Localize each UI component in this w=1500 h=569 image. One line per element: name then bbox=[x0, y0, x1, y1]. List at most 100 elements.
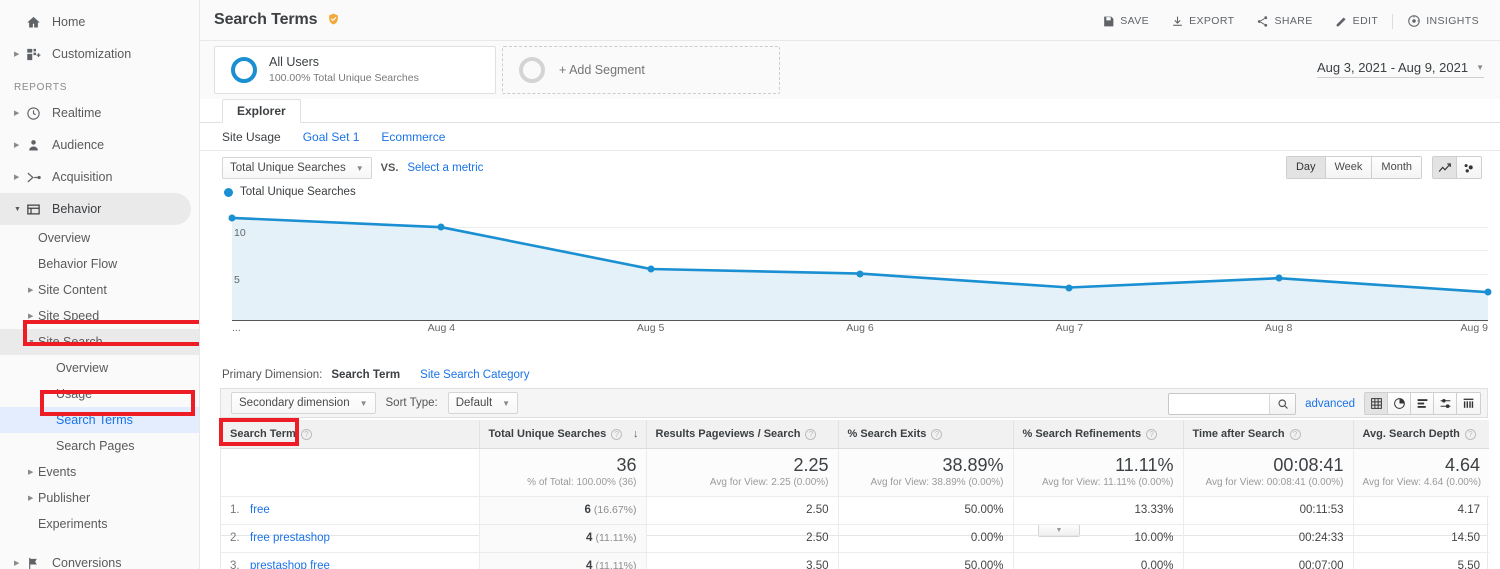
help-icon[interactable]: ? bbox=[805, 429, 816, 440]
search-term-link[interactable]: prestashop free bbox=[250, 560, 330, 569]
column-header-avg-search-depth[interactable]: Avg. Search Depth? bbox=[1353, 420, 1489, 448]
chevron-right-icon[interactable]: ▶ bbox=[14, 142, 26, 149]
export-button[interactable]: EXPORT bbox=[1160, 12, 1245, 30]
tab-site-usage[interactable]: Site Usage bbox=[222, 130, 281, 144]
comparison-view-icon[interactable] bbox=[1434, 393, 1457, 414]
left-sidebar: Home ▶ Customization REPORTS ▶ Realtime … bbox=[0, 0, 200, 569]
sidebar-item-audience[interactable]: ▶ Audience bbox=[0, 129, 199, 161]
summary-value: 38.89% bbox=[848, 456, 1004, 476]
search-term-link[interactable]: free prestashop bbox=[250, 532, 330, 544]
chevron-right-icon[interactable]: ▶ bbox=[28, 312, 38, 320]
sidebar-item-publisher[interactable]: ▶ Publisher bbox=[0, 485, 199, 511]
sidebar-item-events[interactable]: ▶ Events bbox=[0, 459, 199, 485]
summary-cell bbox=[221, 448, 479, 496]
motion-chart-icon[interactable] bbox=[1457, 157, 1481, 178]
chart-data-point[interactable] bbox=[1275, 275, 1282, 282]
sidebar-item-behavior-flow[interactable]: Behavior Flow bbox=[0, 251, 199, 277]
search-icon[interactable] bbox=[1269, 394, 1295, 414]
column-header-search-refinements[interactable]: % Search Refinements? bbox=[1013, 420, 1183, 448]
chevron-down-icon[interactable]: ▼ bbox=[14, 206, 26, 213]
segment-ring-placeholder-icon bbox=[519, 57, 545, 83]
search-term-link[interactable]: free bbox=[250, 504, 270, 516]
table-search[interactable] bbox=[1168, 393, 1296, 415]
sidebar-item-search-terms[interactable]: Search Terms bbox=[0, 407, 199, 433]
add-segment-button[interactable]: + Add Segment bbox=[502, 46, 780, 94]
column-header-time-after-search[interactable]: Time after Search? bbox=[1183, 420, 1353, 448]
granularity-week[interactable]: Week bbox=[1326, 157, 1373, 178]
line-chart-icon[interactable] bbox=[1433, 157, 1457, 178]
chevron-right-icon[interactable]: ▶ bbox=[14, 51, 26, 58]
chart-data-point[interactable] bbox=[857, 270, 864, 277]
sort-type-select[interactable]: Default ▼ bbox=[448, 392, 518, 414]
help-icon[interactable]: ? bbox=[931, 429, 942, 440]
sidebar-item-usage[interactable]: Usage bbox=[0, 381, 199, 407]
sidebar-item-realtime[interactable]: ▶ Realtime bbox=[0, 97, 199, 129]
share-button[interactable]: SHARE bbox=[1245, 12, 1323, 30]
chevron-right-icon[interactable]: ▶ bbox=[14, 560, 26, 567]
summary-subvalue: % of Total: 100.00% (36) bbox=[489, 477, 637, 488]
search-input[interactable] bbox=[1169, 394, 1269, 414]
primary-dimension-current: Search Term bbox=[331, 369, 400, 381]
metric-select[interactable]: Total Unique Searches ▼ bbox=[222, 157, 372, 179]
granularity-month[interactable]: Month bbox=[1372, 157, 1421, 178]
help-icon[interactable]: ? bbox=[1290, 429, 1301, 440]
sidebar-item-home[interactable]: Home bbox=[0, 6, 199, 38]
segment-all-users[interactable]: All Users 100.00% Total Unique Searches bbox=[214, 46, 496, 94]
sidebar-item-behavior[interactable]: ▼ Behavior bbox=[0, 193, 191, 225]
table-row[interactable]: 1.free6(16.67%)2.5050.00%13.33%00:11:534… bbox=[221, 496, 1489, 524]
chart-data-point[interactable] bbox=[438, 224, 445, 231]
add-segment-label: + Add Segment bbox=[559, 63, 645, 77]
column-header-search-exits[interactable]: % Search Exits? bbox=[838, 420, 1013, 448]
edit-button[interactable]: EDIT bbox=[1324, 12, 1390, 30]
sidebar-item-customization[interactable]: ▶ Customization bbox=[0, 38, 199, 70]
summary-cell: 38.89%Avg for View: 38.89% (0.00%) bbox=[838, 448, 1013, 496]
chart-data-point[interactable] bbox=[1485, 289, 1492, 296]
chevron-down-icon[interactable]: ▼ bbox=[28, 339, 38, 346]
tab-goal-set-1[interactable]: Goal Set 1 bbox=[303, 130, 360, 144]
sidebar-item-site-content[interactable]: ▶ Site Content bbox=[0, 277, 199, 303]
chevron-right-icon[interactable]: ▶ bbox=[14, 110, 26, 117]
chevron-right-icon[interactable]: ▶ bbox=[14, 174, 26, 181]
report-actions: SAVE EXPORT SHARE EDIT INSIGHTS bbox=[1091, 12, 1490, 30]
table-view-icon[interactable] bbox=[1365, 393, 1388, 414]
tab-explorer[interactable]: Explorer bbox=[222, 99, 301, 123]
chart-data-point[interactable] bbox=[647, 265, 654, 272]
column-header-search-term[interactable]: Search Term? bbox=[221, 420, 479, 448]
sidebar-item-site-search-overview[interactable]: Overview bbox=[0, 355, 199, 381]
column-header-total-unique-searches[interactable]: Total Unique Searches?↓ bbox=[479, 420, 646, 448]
sidebar-item-site-search[interactable]: ▼ Site Search bbox=[0, 329, 199, 355]
granularity-day[interactable]: Day bbox=[1287, 157, 1326, 178]
sidebar-item-conversions[interactable]: ▶ Conversions bbox=[0, 547, 199, 569]
pivot-view-icon[interactable] bbox=[1457, 393, 1480, 414]
advanced-link[interactable]: advanced bbox=[1305, 398, 1355, 410]
primary-dimension-alternate[interactable]: Site Search Category bbox=[420, 369, 529, 381]
save-label: SAVE bbox=[1120, 15, 1149, 27]
tab-ecommerce[interactable]: Ecommerce bbox=[381, 130, 445, 144]
chevron-right-icon[interactable]: ▶ bbox=[28, 286, 38, 294]
save-button[interactable]: SAVE bbox=[1091, 12, 1160, 30]
help-icon[interactable]: ? bbox=[301, 429, 312, 440]
table-row[interactable]: 2.free prestashop4(11.11%)2.500.00%10.00… bbox=[221, 524, 1489, 552]
date-range-picker[interactable]: Aug 3, 2021 - Aug 9, 2021 ▼ bbox=[1317, 60, 1484, 78]
sidebar-item-experiments[interactable]: Experiments bbox=[0, 511, 199, 537]
secondary-dimension-select[interactable]: Secondary dimension ▼ bbox=[231, 392, 376, 414]
sort-desc-icon[interactable]: ↓ bbox=[633, 428, 639, 440]
sidebar-item-site-speed[interactable]: ▶ Site Speed bbox=[0, 303, 199, 329]
sidebar-item-behavior-overview[interactable]: Overview bbox=[0, 225, 199, 251]
table-row[interactable]: 3.prestashop free4(11.11%)3.5050.00%0.00… bbox=[221, 552, 1489, 569]
help-icon[interactable]: ? bbox=[611, 429, 622, 440]
bar-view-icon[interactable] bbox=[1411, 393, 1434, 414]
help-icon[interactable]: ? bbox=[1146, 429, 1157, 440]
chart-data-point[interactable] bbox=[1066, 284, 1073, 291]
chevron-right-icon[interactable]: ▶ bbox=[28, 468, 38, 476]
pie-view-icon[interactable] bbox=[1388, 393, 1411, 414]
help-icon[interactable]: ? bbox=[1465, 429, 1476, 440]
column-header-results-pageviews-per-search[interactable]: Results Pageviews / Search? bbox=[646, 420, 838, 448]
chevron-right-icon[interactable]: ▶ bbox=[28, 494, 38, 502]
sidebar-item-label: Site Search bbox=[38, 335, 103, 349]
sidebar-item-search-pages[interactable]: Search Pages bbox=[0, 433, 199, 459]
insights-button[interactable]: INSIGHTS bbox=[1396, 12, 1490, 30]
sidebar-item-acquisition[interactable]: ▶ Acquisition bbox=[0, 161, 199, 193]
select-a-metric-link[interactable]: Select a metric bbox=[407, 162, 483, 174]
chart-data-point[interactable] bbox=[229, 214, 236, 221]
